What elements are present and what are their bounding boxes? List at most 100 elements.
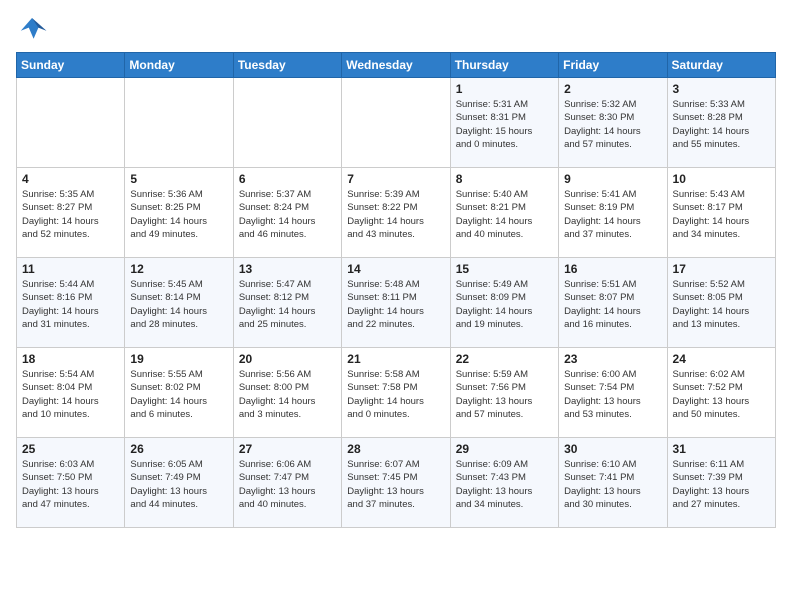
day-number: 7 — [347, 172, 444, 186]
weekday-header-tuesday: Tuesday — [233, 53, 341, 78]
day-info: Sunrise: 5:39 AM Sunset: 8:22 PM Dayligh… — [347, 188, 444, 241]
day-info: Sunrise: 5:52 AM Sunset: 8:05 PM Dayligh… — [673, 278, 770, 331]
calendar-cell — [342, 78, 450, 168]
calendar-cell: 25Sunrise: 6:03 AM Sunset: 7:50 PM Dayli… — [17, 438, 125, 528]
day-number: 31 — [673, 442, 770, 456]
day-number: 6 — [239, 172, 336, 186]
day-number: 14 — [347, 262, 444, 276]
day-info: Sunrise: 5:41 AM Sunset: 8:19 PM Dayligh… — [564, 188, 661, 241]
calendar-cell: 6 Sunrise: 5:37 AM Sunset: 8:24 PM Daylig… — [233, 168, 341, 258]
day-info: Sunrise: 5:37 AM Sunset: 8:24 PM Dayligh… — [239, 188, 336, 241]
day-info: Sunrise: 5:44 AM Sunset: 8:16 PM Dayligh… — [22, 278, 119, 331]
day-number: 15 — [456, 262, 553, 276]
calendar-cell: 23 Sunrise: 6:00 AM Sunset: 7:54 PM Dayli… — [559, 348, 667, 438]
day-info: Sunrise: 5:54 AM Sunset: 8:04 PM Dayligh… — [22, 368, 119, 421]
calendar-cell: 3 Sunrise: 5:33 AM Sunset: 8:28 PM Daylig… — [667, 78, 775, 168]
day-number: 11 — [22, 262, 119, 276]
day-number: 10 — [673, 172, 770, 186]
weekday-header-saturday: Saturday — [667, 53, 775, 78]
day-number: 22 — [456, 352, 553, 366]
day-number: 26 — [130, 442, 227, 456]
day-info: Sunrise: 5:45 AM Sunset: 8:14 PM Dayligh… — [130, 278, 227, 331]
day-info: Sunrise: 6:09 AM Sunset: 7:43 PM Dayligh… — [456, 458, 553, 511]
day-info: Sunrise: 5:32 AM Sunset: 8:30 PM Dayligh… — [564, 98, 661, 151]
day-info: Sunrise: 6:11 AM Sunset: 7:39 PM Dayligh… — [673, 458, 770, 511]
calendar-cell — [17, 78, 125, 168]
calendar-cell: 22 Sunrise: 5:59 AM Sunset: 7:56 PM Dayli… — [450, 348, 558, 438]
calendar-cell: 31 Sunrise: 6:11 AM Sunset: 7:39 PM Dayli… — [667, 438, 775, 528]
calendar-cell — [233, 78, 341, 168]
day-number: 3 — [673, 82, 770, 96]
weekday-header-sunday: Sunday — [17, 53, 125, 78]
calendar-cell: 29 Sunrise: 6:09 AM Sunset: 7:43 PM Dayli… — [450, 438, 558, 528]
day-number: 13 — [239, 262, 336, 276]
day-number: 29 — [456, 442, 553, 456]
day-number: 4 — [22, 172, 119, 186]
day-number: 1 — [456, 82, 553, 96]
day-info: Sunrise: 6:05 AM Sunset: 7:49 PM Dayligh… — [130, 458, 227, 511]
day-info: Sunrise: 5:31 AM Sunset: 8:31 PM Dayligh… — [456, 98, 553, 151]
calendar-cell: 24 Sunrise: 6:02 AM Sunset: 7:52 PM Dayli… — [667, 348, 775, 438]
weekday-header-wednesday: Wednesday — [342, 53, 450, 78]
calendar-cell: 28 Sunrise: 6:07 AM Sunset: 7:45 PM Dayli… — [342, 438, 450, 528]
calendar-cell: 27 Sunrise: 6:06 AM Sunset: 7:47 PM Dayli… — [233, 438, 341, 528]
weekday-header-friday: Friday — [559, 53, 667, 78]
day-info: Sunrise: 5:51 AM Sunset: 8:07 PM Dayligh… — [564, 278, 661, 331]
calendar-cell: 18 Sunrise: 5:54 AM Sunset: 8:04 PM Dayli… — [17, 348, 125, 438]
day-number: 28 — [347, 442, 444, 456]
calendar-table: SundayMondayTuesdayWednesdayThursdayFrid… — [16, 52, 776, 528]
calendar-cell: 11 Sunrise: 5:44 AM Sunset: 8:16 PM Dayli… — [17, 258, 125, 348]
day-info: Sunrise: 5:40 AM Sunset: 8:21 PM Dayligh… — [456, 188, 553, 241]
day-info: Sunrise: 5:47 AM Sunset: 8:12 PM Dayligh… — [239, 278, 336, 331]
calendar-cell: 7 Sunrise: 5:39 AM Sunset: 8:22 PM Daylig… — [342, 168, 450, 258]
calendar-cell: 14 Sunrise: 5:48 AM Sunset: 8:11 PM Dayli… — [342, 258, 450, 348]
calendar-cell: 9 Sunrise: 5:41 AM Sunset: 8:19 PM Daylig… — [559, 168, 667, 258]
day-info: Sunrise: 5:56 AM Sunset: 8:00 PM Dayligh… — [239, 368, 336, 421]
day-info: Sunrise: 6:03 AM Sunset: 7:50 PM Dayligh… — [22, 458, 119, 511]
day-info: Sunrise: 5:33 AM Sunset: 8:28 PM Dayligh… — [673, 98, 770, 151]
calendar-cell: 12 Sunrise: 5:45 AM Sunset: 8:14 PM Dayli… — [125, 258, 233, 348]
day-info: Sunrise: 6:02 AM Sunset: 7:52 PM Dayligh… — [673, 368, 770, 421]
day-number: 24 — [673, 352, 770, 366]
day-info: Sunrise: 5:59 AM Sunset: 7:56 PM Dayligh… — [456, 368, 553, 421]
calendar-cell: 4 Sunrise: 5:35 AM Sunset: 8:27 PM Daylig… — [17, 168, 125, 258]
day-number: 17 — [673, 262, 770, 276]
calendar-cell: 17 Sunrise: 5:52 AM Sunset: 8:05 PM Dayli… — [667, 258, 775, 348]
day-info: Sunrise: 5:49 AM Sunset: 8:09 PM Dayligh… — [456, 278, 553, 331]
calendar-cell: 21 Sunrise: 5:58 AM Sunset: 7:58 PM Dayli… — [342, 348, 450, 438]
calendar-cell: 15 Sunrise: 5:49 AM Sunset: 8:09 PM Dayli… — [450, 258, 558, 348]
calendar-cell: 19Sunrise: 5:55 AM Sunset: 8:02 PM Dayli… — [125, 348, 233, 438]
day-info: Sunrise: 6:06 AM Sunset: 7:47 PM Dayligh… — [239, 458, 336, 511]
logo — [16, 16, 52, 44]
day-number: 23 — [564, 352, 661, 366]
day-number: 20 — [239, 352, 336, 366]
day-number: 27 — [239, 442, 336, 456]
day-number: 18 — [22, 352, 119, 366]
calendar-cell: 5Sunrise: 5:36 AM Sunset: 8:25 PM Daylig… — [125, 168, 233, 258]
day-number: 16 — [564, 262, 661, 276]
calendar-cell: 26 Sunrise: 6:05 AM Sunset: 7:49 PM Dayli… — [125, 438, 233, 528]
day-number: 9 — [564, 172, 661, 186]
day-number: 5 — [130, 172, 227, 186]
calendar-cell: 8 Sunrise: 5:40 AM Sunset: 8:21 PM Daylig… — [450, 168, 558, 258]
day-info: Sunrise: 5:35 AM Sunset: 8:27 PM Dayligh… — [22, 188, 119, 241]
calendar-cell: 1 Sunrise: 5:31 AM Sunset: 8:31 PM Daylig… — [450, 78, 558, 168]
day-info: Sunrise: 5:48 AM Sunset: 8:11 PM Dayligh… — [347, 278, 444, 331]
weekday-header-thursday: Thursday — [450, 53, 558, 78]
calendar-cell: 13 Sunrise: 5:47 AM Sunset: 8:12 PM Dayli… — [233, 258, 341, 348]
day-number: 19 — [130, 352, 227, 366]
day-info: Sunrise: 6:10 AM Sunset: 7:41 PM Dayligh… — [564, 458, 661, 511]
page-header — [16, 16, 776, 44]
day-info: Sunrise: 5:58 AM Sunset: 7:58 PM Dayligh… — [347, 368, 444, 421]
day-info: Sunrise: 6:07 AM Sunset: 7:45 PM Dayligh… — [347, 458, 444, 511]
calendar-cell: 16 Sunrise: 5:51 AM Sunset: 8:07 PM Dayli… — [559, 258, 667, 348]
day-info: Sunrise: 6:00 AM Sunset: 7:54 PM Dayligh… — [564, 368, 661, 421]
calendar-cell: 30Sunrise: 6:10 AM Sunset: 7:41 PM Dayli… — [559, 438, 667, 528]
day-number: 12 — [130, 262, 227, 276]
calendar-cell: 10 Sunrise: 5:43 AM Sunset: 8:17 PM Dayli… — [667, 168, 775, 258]
calendar-cell — [125, 78, 233, 168]
day-number: 21 — [347, 352, 444, 366]
day-info: Sunrise: 5:43 AM Sunset: 8:17 PM Dayligh… — [673, 188, 770, 241]
logo-icon — [16, 16, 48, 44]
day-number: 8 — [456, 172, 553, 186]
